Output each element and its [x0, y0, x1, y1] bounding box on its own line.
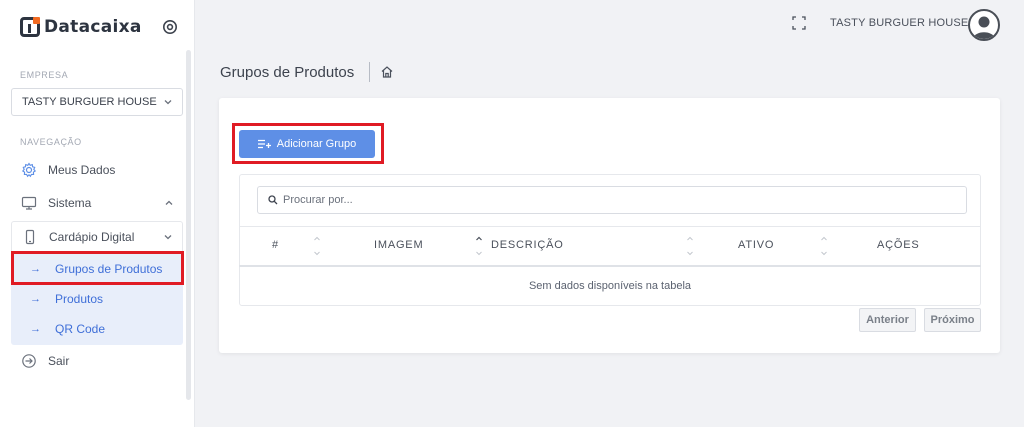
- user-name[interactable]: TASTY BURGUER HOUSE: [830, 17, 968, 29]
- chevron-down-icon: [164, 235, 172, 240]
- arrow-right-icon: →: [30, 293, 41, 305]
- column-header-ativo[interactable]: ATIVO: [738, 239, 774, 251]
- column-header-number[interactable]: #: [272, 239, 279, 251]
- search-icon: [268, 195, 278, 205]
- monitor-icon: [20, 194, 38, 212]
- sidebar-item-cardapio-digital[interactable]: Cardápio Digital: [11, 221, 183, 252]
- sort-icon[interactable]: [820, 235, 828, 257]
- gear-icon: [20, 161, 38, 179]
- arrow-right-icon: →: [30, 323, 41, 335]
- logout-icon: [20, 352, 38, 370]
- sidebar-item-meus-dados[interactable]: Meus Dados: [11, 155, 183, 185]
- previous-page-button[interactable]: Anterior: [859, 308, 916, 332]
- highlight-box: [11, 251, 184, 285]
- fullscreen-icon[interactable]: [792, 16, 806, 30]
- next-page-button[interactable]: Próximo: [924, 308, 981, 332]
- home-icon[interactable]: [380, 65, 394, 79]
- chevron-up-icon: [165, 200, 173, 205]
- page-title: Grupos de Produtos: [220, 64, 355, 81]
- column-header-acoes: AÇÕES: [877, 239, 920, 251]
- submenu-item-produtos[interactable]: → Produtos: [11, 285, 183, 313]
- sidebar-item-label: Meus Dados: [48, 163, 116, 177]
- sidebar-item-label: Sair: [48, 354, 70, 368]
- brand-logo[interactable]: Datacaixa: [20, 14, 142, 40]
- mobile-icon: [21, 228, 39, 246]
- datacaixa-logo-icon: [20, 17, 40, 37]
- search-input[interactable]: Procurar por...: [257, 186, 967, 214]
- highlight-box: [232, 123, 384, 164]
- navigation-section-label: NAVEGAÇÃO: [20, 137, 82, 147]
- sidebar-toggle-icon[interactable]: [162, 19, 178, 35]
- sidebar-item-sair[interactable]: Sair: [11, 346, 183, 376]
- sidebar-item-label: Sistema: [48, 196, 92, 210]
- sidebar-scrollbar[interactable]: [186, 50, 191, 400]
- column-header-imagem[interactable]: IMAGEM: [374, 239, 423, 251]
- sidebar-item-sistema[interactable]: Sistema: [11, 188, 183, 218]
- column-header-descricao[interactable]: DESCRIÇÃO: [491, 239, 564, 251]
- company-select[interactable]: TASTY BURGUER HOUSE: [11, 88, 183, 116]
- table-header-divider: [239, 265, 981, 267]
- breadcrumb-separator: [369, 62, 370, 82]
- brand-name: Datacaixa: [44, 17, 142, 37]
- table-divider: [239, 226, 981, 227]
- search-placeholder: Procurar por...: [283, 194, 353, 206]
- sidebar-item-label: Cardápio Digital: [49, 230, 135, 244]
- user-avatar-icon: [973, 16, 995, 39]
- sort-icon[interactable]: [313, 235, 321, 257]
- submenu-item-label: Produtos: [55, 292, 104, 306]
- company-select-value: TASTY BURGUER HOUSE: [22, 96, 157, 108]
- sort-icon[interactable]: [475, 235, 483, 257]
- sort-icon[interactable]: [686, 235, 694, 257]
- submenu-item-label: QR Code: [55, 322, 106, 336]
- company-section-label: EMPRESA: [20, 70, 69, 80]
- avatar[interactable]: [968, 9, 1000, 41]
- empty-table-message: Sem dados disponíveis na tabela: [528, 280, 692, 292]
- submenu-item-qr-code[interactable]: → QR Code: [11, 315, 183, 343]
- chevron-down-icon: [164, 100, 172, 105]
